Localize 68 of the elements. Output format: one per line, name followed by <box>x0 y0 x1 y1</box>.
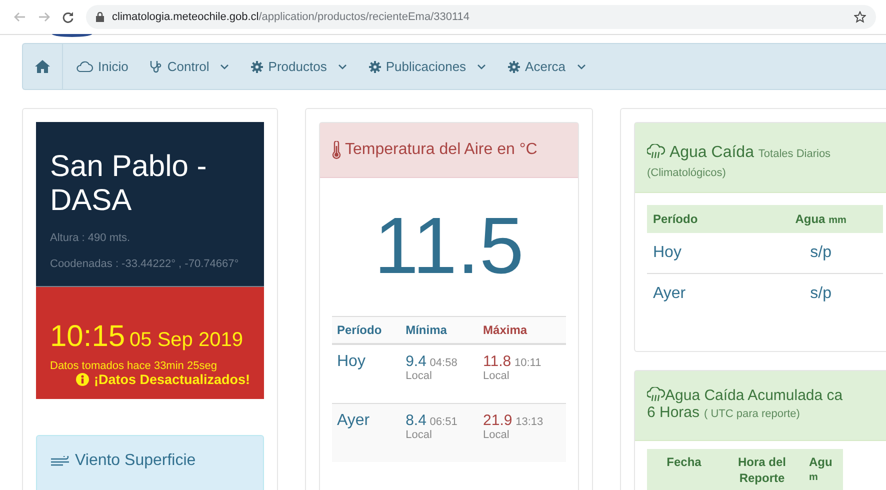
column-header: Agu m <box>803 449 843 490</box>
rain-value: s/p <box>758 233 883 274</box>
menu-item[interactable]: Inicio <box>65 44 140 89</box>
current-temperature: 11.5 <box>374 201 524 290</box>
address-bar[interactable]: climatologia.meteochile.gob.cl/application/productos/recienteEma/330114 <box>86 5 876 29</box>
menu-item[interactable]: Acerca <box>497 44 597 89</box>
min-time: 06:51 <box>430 416 458 428</box>
period-label: Hoy <box>647 233 759 274</box>
data-age-text: Datos tomados hace 33min 25seg <box>50 360 218 372</box>
period-label: Hoy <box>337 353 366 370</box>
home-icon <box>35 60 50 73</box>
cloud-icon <box>76 61 93 72</box>
panel-title: Temperatura del Aire en °C <box>345 141 538 159</box>
time-zone: Local <box>406 429 433 441</box>
star-icon[interactable] <box>854 11 866 23</box>
rain-value: s/p <box>758 274 883 314</box>
panel-subtitle: Totales Diarios <box>758 148 831 160</box>
time-zone: Local <box>406 370 433 382</box>
report-date: 05 Sep 2019 <box>130 329 243 351</box>
gear-icon <box>368 60 381 72</box>
coordinates-text: Coodenadas : -33.44222° , -70.74667° <box>50 258 240 270</box>
gear-icon <box>508 60 520 72</box>
info-icon <box>76 373 89 386</box>
panel-title: Agua Caída <box>669 144 754 161</box>
column-header: Hora del Reporte <box>721 449 803 490</box>
max-value: 11.8 <box>483 353 512 370</box>
panel-subtitle: (Climatológicos) <box>647 167 726 179</box>
altitude-text: Altura : 490 mts. <box>50 232 132 244</box>
stethoscope-icon <box>150 60 162 73</box>
min-value: 9.4 <box>406 353 426 370</box>
column-header: Agua mm <box>758 205 883 233</box>
time-zone: Local <box>483 429 510 441</box>
menu-item[interactable]: Productos <box>240 44 358 89</box>
column-header: Máxima <box>478 316 566 344</box>
column-header: Fecha <box>647 449 721 490</box>
period-label: Ayer <box>337 412 370 429</box>
lock-icon <box>96 12 104 22</box>
reload-icon[interactable] <box>62 11 74 23</box>
gear-icon <box>251 60 264 72</box>
max-time: 10:11 <box>514 357 542 369</box>
period-label: Ayer <box>647 274 759 314</box>
rain-cloud-icon <box>647 144 665 159</box>
panel-subtitle: ( UTC para reporte) <box>704 408 800 420</box>
column-header: Período <box>332 316 401 344</box>
thermometer-icon <box>332 141 341 159</box>
report-time: 10:15 <box>50 320 126 353</box>
panel-title: Agua Caída Acumulada ca <box>665 387 843 404</box>
station-name: San Pablo - DASA <box>50 150 208 218</box>
column-header: Mínima <box>400 316 478 344</box>
panel-title: Viento Superficie <box>75 452 196 470</box>
column-header: Período <box>647 205 759 233</box>
url-text: climatologia.meteochile.gob.cl/application/productos/recienteEma/330114 <box>112 11 470 23</box>
wind-icon <box>51 456 71 466</box>
time-zone: Local <box>483 370 510 382</box>
logo-icon <box>52 34 92 37</box>
caret-icon <box>576 64 586 70</box>
menu-item[interactable]: Publicaciones <box>358 44 498 89</box>
caret-icon <box>477 64 486 70</box>
min-time: 04:58 <box>430 357 458 369</box>
outdated-warning: ¡Datos Desactualizados! <box>94 372 250 387</box>
panel-title: 6 Horas <box>647 404 700 421</box>
max-time: 13:13 <box>516 416 544 428</box>
caret-icon <box>338 64 347 70</box>
caret-icon <box>220 64 230 70</box>
menu-item[interactable]: Control <box>139 44 240 89</box>
min-value: 8.4 <box>406 412 426 429</box>
rain-cloud-icon <box>647 387 665 402</box>
max-value: 21.9 <box>483 412 512 429</box>
